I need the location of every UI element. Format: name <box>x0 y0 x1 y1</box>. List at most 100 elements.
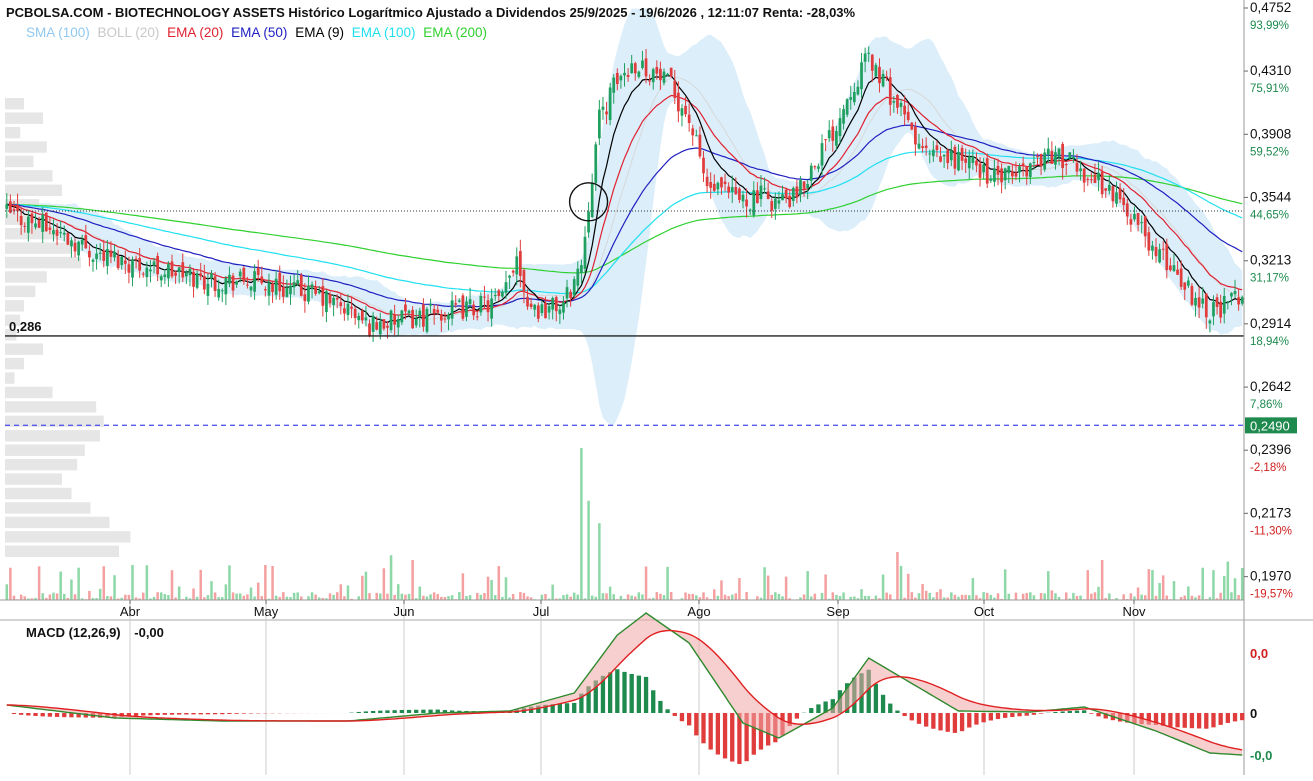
candle-body <box>511 270 515 273</box>
candle-body <box>770 201 774 211</box>
legend-ema-9: EMA (9) <box>295 25 344 40</box>
volume-bar <box>19 594 23 600</box>
macd-histogram-bar <box>1211 713 1216 728</box>
price-tick-label: 0,4310 <box>1250 63 1291 78</box>
percent-tick-label: 18,94% <box>1250 336 1289 348</box>
percent-tick-label: 93,99% <box>1250 20 1289 32</box>
candle-body <box>267 282 271 296</box>
candle-body <box>856 86 860 95</box>
percent-tick-label: -2,18% <box>1250 462 1286 474</box>
volume-bar <box>1237 595 1240 600</box>
candle-body <box>924 145 928 149</box>
volume-bar <box>1161 575 1165 600</box>
volume-bar <box>1029 592 1032 600</box>
volume-bar <box>411 560 414 600</box>
candle-body <box>759 185 763 200</box>
candle-body <box>281 286 285 297</box>
macd-histogram-bar <box>1204 713 1209 729</box>
last-price-value: 0,2490 <box>1250 418 1290 433</box>
candle-body <box>134 258 138 260</box>
candle-body <box>799 180 802 195</box>
volume-bar <box>874 595 878 600</box>
macd-histogram-bar <box>995 713 1001 720</box>
candle-body <box>975 160 978 166</box>
volume-bar <box>1143 595 1147 600</box>
candle-body <box>1201 298 1205 304</box>
candle-body <box>1036 156 1039 158</box>
percent-tick-label: 31,17% <box>1250 273 1289 285</box>
candle-body <box>1140 222 1144 224</box>
volume-profile-bar <box>5 98 24 110</box>
volume-bar <box>1032 595 1036 600</box>
macd-histogram-bar <box>1225 713 1230 723</box>
candle-body <box>62 232 66 235</box>
volume-bar <box>260 596 264 600</box>
volume-bar <box>296 592 299 600</box>
macd-histogram-bar <box>974 713 979 725</box>
volume-bar <box>960 594 964 600</box>
candle-body <box>131 260 134 278</box>
candle-body <box>659 68 662 81</box>
legend-ema-200: EMA (200) <box>423 25 488 40</box>
candle-body <box>278 272 282 292</box>
candle-body <box>224 278 228 295</box>
macd-histogram-bar <box>191 713 196 715</box>
volume-bar <box>713 589 716 600</box>
macd-histogram-bar <box>708 713 713 750</box>
volume-bar <box>975 595 978 600</box>
candle-body <box>935 145 939 151</box>
macd-histogram-bar <box>198 713 203 715</box>
candle-body <box>1194 297 1197 306</box>
candle-body <box>597 109 601 139</box>
candle-body <box>457 300 461 302</box>
macd-axis-label: 0,0 <box>1250 646 1268 661</box>
candle-body <box>888 77 892 105</box>
volume-bar <box>228 565 231 600</box>
candle-body <box>515 256 519 275</box>
candle-body <box>967 156 971 169</box>
macd-histogram-bar <box>40 713 45 717</box>
candle-body <box>1237 297 1240 305</box>
candle-body <box>752 190 756 216</box>
macd-histogram-bar <box>428 709 433 713</box>
macd-histogram-bar <box>11 713 17 715</box>
month-label: Abr <box>120 604 141 619</box>
volume-bar <box>950 592 953 600</box>
percent-tick-label: -11,30% <box>1250 525 1292 537</box>
candle-body <box>493 294 497 297</box>
volume-bar <box>824 574 827 600</box>
candle-body <box>1230 292 1233 297</box>
candle-body <box>95 253 98 259</box>
volume-bar <box>192 588 195 600</box>
candle-body <box>1129 219 1133 225</box>
volume-bar <box>662 595 666 600</box>
volume-bar <box>332 594 335 600</box>
volume-bar <box>357 596 361 600</box>
volume-bar <box>982 592 985 600</box>
candle-body <box>490 298 493 319</box>
volume-profile-bar <box>5 170 53 182</box>
macd-histogram-bar <box>1017 713 1022 717</box>
volume-bar <box>98 588 102 600</box>
candle-body <box>648 80 652 82</box>
candle-body <box>1086 178 1090 180</box>
volume-bar <box>605 593 608 600</box>
volume-bar <box>1129 593 1133 600</box>
macd-histogram-bar <box>1189 713 1195 729</box>
candle-body <box>1219 301 1223 318</box>
candle-body <box>852 91 856 103</box>
macd-histogram-bar <box>629 673 634 713</box>
candle-body <box>393 314 397 325</box>
macd-histogram-bar <box>952 713 958 733</box>
candle-body <box>468 299 472 305</box>
volume-bar <box>1165 595 1169 600</box>
candle-body <box>1226 301 1230 303</box>
volume-bar <box>131 564 134 600</box>
volume-bar <box>1007 593 1011 600</box>
volume-bar <box>738 578 741 600</box>
volume-bar <box>544 593 547 600</box>
volume-bar <box>511 594 515 600</box>
volume-bar <box>1100 560 1104 600</box>
candle-body <box>508 275 511 278</box>
volume-bar <box>102 566 106 600</box>
